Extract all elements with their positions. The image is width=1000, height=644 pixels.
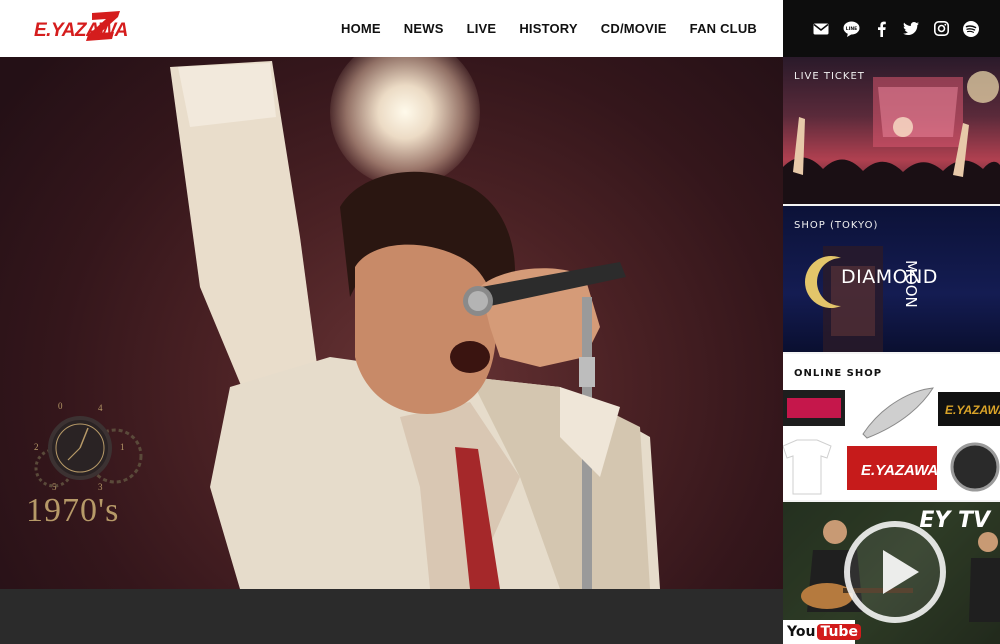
online-shop-banner[interactable]: E.YAZAWA E.YAZAWA ONLINE SHOP [783, 354, 1000, 500]
site-logo[interactable]: E.YAZAWA [34, 9, 138, 47]
line-icon[interactable]: LINE [840, 18, 862, 40]
instagram-icon[interactable] [930, 18, 952, 40]
hero-image: 0 4 2 1 5 3 1970's [0, 57, 783, 589]
youtube-tube-text: Tube [817, 624, 861, 640]
svg-text:DIAMOND: DIAMOND [841, 266, 938, 288]
svg-text:E.YAZAWA: E.YAZAWA [34, 20, 128, 41]
era-clock-icon: 0 4 2 1 5 3 [34, 401, 143, 492]
nav-home[interactable]: HOME [341, 21, 381, 36]
logo-mark: E.YAZAWA [34, 11, 128, 41]
nav-history[interactable]: HISTORY [519, 21, 577, 36]
svg-text:4: 4 [98, 403, 103, 413]
social-bar: LINE [783, 0, 1000, 57]
sidebar: LIVE TICKET DIAMOND MOON SHOP (TOKYO) E.… [783, 57, 1000, 644]
svg-text:E.YAZAWA: E.YAZAWA [945, 403, 1000, 417]
play-icon[interactable] [843, 520, 947, 624]
footer-strip [0, 589, 783, 644]
svg-text:0: 0 [58, 401, 63, 411]
svg-text:E.YAZAWA: E.YAZAWA [861, 462, 938, 479]
mail-icon[interactable] [810, 18, 832, 40]
nav-news[interactable]: NEWS [404, 21, 444, 36]
moon-vertical: MOON [902, 260, 920, 308]
facebook-icon[interactable] [870, 18, 892, 40]
main-nav: HOME NEWS LIVE HISTORY CD/MOVIE FAN CLUB [341, 0, 757, 57]
twitter-icon[interactable] [900, 18, 922, 40]
live-ticket-label: LIVE TICKET [794, 71, 865, 82]
site-header: E.YAZAWA HOME NEWS LIVE HISTORY CD/MOVIE… [0, 0, 783, 57]
nav-cd-movie[interactable]: CD/MOVIE [601, 21, 667, 36]
svg-text:5: 5 [52, 482, 57, 492]
era-label: 1970's [26, 492, 120, 529]
nav-fan-club[interactable]: FAN CLUB [690, 21, 757, 36]
youtube-you-text: You [787, 624, 816, 640]
svg-text:1: 1 [120, 442, 125, 452]
shop-tokyo-label: SHOP (TOKYO) [794, 220, 879, 231]
live-ticket-banner[interactable]: LIVE TICKET [783, 57, 1000, 204]
svg-text:LINE: LINE [845, 26, 856, 32]
online-shop-label: ONLINE SHOP [794, 368, 883, 379]
shop-tokyo-banner[interactable]: DIAMOND MOON SHOP (TOKYO) [783, 206, 1000, 352]
svg-text:3: 3 [98, 482, 103, 492]
spotify-icon[interactable] [960, 18, 982, 40]
nav-live[interactable]: LIVE [467, 21, 497, 36]
svg-text:2: 2 [34, 442, 39, 452]
youtube-logo: You Tube [783, 620, 861, 644]
ey-tv-banner[interactable]: EY TV You Tube [783, 502, 1000, 644]
